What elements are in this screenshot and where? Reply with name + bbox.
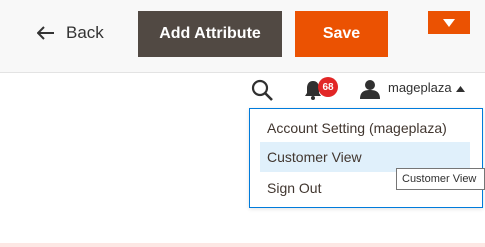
message-strip (0, 243, 485, 247)
user-icon[interactable] (360, 80, 380, 99)
back-label: Back (66, 23, 104, 42)
account-username[interactable]: mageplaza (388, 80, 452, 95)
save-button[interactable]: Save (295, 11, 388, 57)
add-attribute-button[interactable]: Add Attribute (138, 11, 282, 57)
save-options-toggle[interactable] (428, 11, 470, 34)
page-actions-toolbar: Back Add Attribute Save (0, 0, 485, 73)
caret-up-icon[interactable] (456, 86, 465, 92)
menu-item-account-setting[interactable]: Account Setting (mageplaza) (260, 113, 470, 143)
back-button[interactable]: Back (37, 20, 104, 46)
arrow-left-icon (37, 26, 54, 40)
notification-count-badge[interactable]: 68 (318, 77, 338, 97)
search-icon[interactable] (251, 79, 273, 101)
tooltip: Customer View (396, 168, 485, 190)
user-account-menu: Account Setting (mageplaza) Customer Vie… (249, 108, 483, 208)
chevron-down-icon (443, 18, 455, 27)
